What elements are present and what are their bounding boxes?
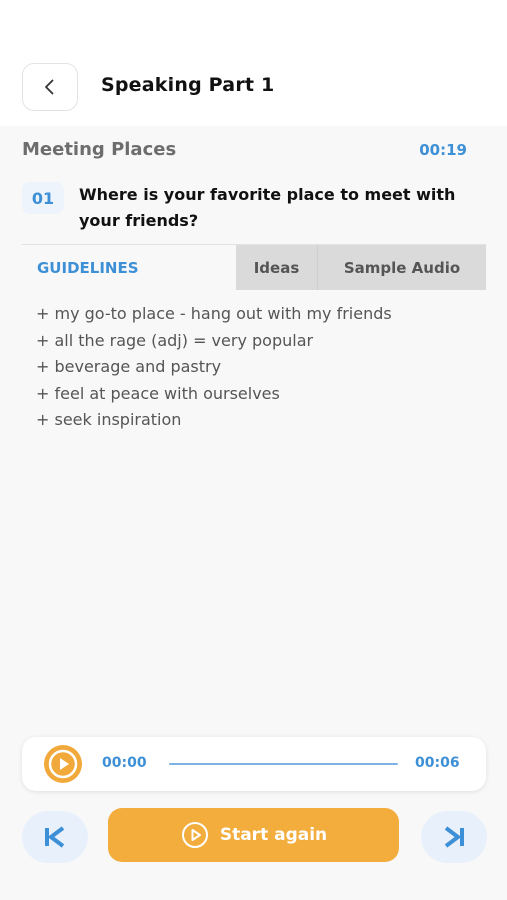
play-circle-icon [181, 822, 208, 848]
previous-button[interactable] [22, 811, 88, 863]
guideline-item: + all the rage (adj) = very popular [36, 330, 314, 350]
back-button[interactable] [22, 63, 78, 111]
page-title: Speaking Part 1 [101, 74, 275, 96]
skip-previous-icon [45, 826, 65, 848]
audio-duration: 00:06 [415, 755, 460, 771]
next-button[interactable] [421, 811, 487, 863]
tab-bar: GUIDELINES Ideas Sample Audio [22, 244, 486, 290]
skip-next-icon [444, 826, 464, 848]
topic-title: Meeting Places [22, 139, 177, 160]
start-again-label: Start again [219, 825, 328, 845]
audio-player: 00:00 00:06 [22, 737, 486, 791]
audio-progress-bar[interactable] [169, 763, 398, 765]
question-text: Where is your favorite place to meet wit… [79, 185, 456, 230]
current-time: 00:00 [102, 755, 147, 771]
guideline-item: + seek inspiration [36, 410, 182, 429]
main-content: Meeting Places 00:19 01 Where is your fa… [0, 126, 507, 900]
play-icon [48, 749, 78, 779]
start-again-button[interactable]: Start again [108, 808, 399, 862]
guideline-item: + feel at peace with ourselves [36, 383, 280, 403]
chevron-left-icon [45, 79, 54, 95]
tab-guidelines[interactable]: GUIDELINES [22, 245, 236, 290]
guidelines-list: + my go-to place - hang out with my frie… [36, 301, 486, 434]
guideline-item: + beverage and pastry [36, 357, 222, 376]
tab-sample-audio[interactable]: Sample Audio [318, 245, 486, 290]
tab-ideas[interactable]: Ideas [236, 245, 318, 290]
app-header: Speaking Part 1 [0, 0, 507, 126]
question-number-badge: 01 [22, 182, 64, 214]
countdown-timer: 00:19 [419, 141, 467, 159]
guideline-item: + my go-to place - hang out with my frie… [36, 304, 392, 323]
play-button[interactable] [44, 745, 82, 783]
